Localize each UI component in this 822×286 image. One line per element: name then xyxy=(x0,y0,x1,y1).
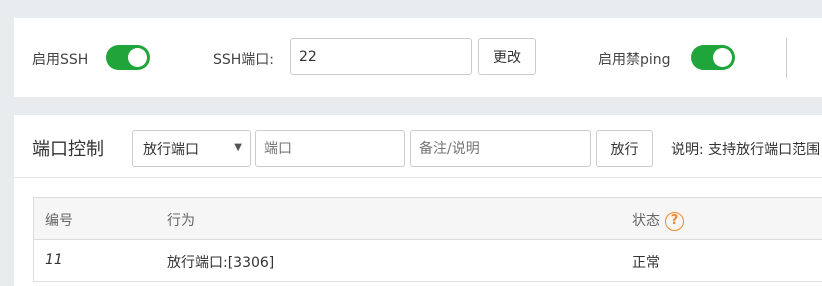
header-status: 状态? xyxy=(632,210,684,231)
toggle-knob xyxy=(713,48,732,67)
chevron-down-icon: ▼ xyxy=(234,142,242,153)
ssh-settings-panel: 启用SSH SSH端口: 更改 启用禁ping xyxy=(14,18,822,97)
mode-select-value: 放行端口 xyxy=(143,141,199,158)
divider xyxy=(786,38,787,78)
table-row: 11 放行端口:[3306] 正常 xyxy=(34,240,822,282)
table-header: 编号 行为 状态? xyxy=(34,198,822,240)
ping-disable-label: 启用禁ping xyxy=(598,52,671,68)
ssh-enable-label: 启用SSH xyxy=(32,52,89,68)
ssh-enable-toggle[interactable] xyxy=(106,45,150,70)
header-action: 行为 xyxy=(167,213,195,229)
mode-select[interactable]: 放行端口 ▼ xyxy=(132,130,251,167)
allow-port-button[interactable]: 放行 xyxy=(596,130,653,167)
note-input[interactable] xyxy=(410,130,591,167)
ping-disable-toggle[interactable] xyxy=(691,45,735,70)
port-rules-table: 编号 行为 状态? 11 放行端口:[3306] 正常 xyxy=(33,197,822,282)
header-id: 编号 xyxy=(45,213,73,229)
row-status: 正常 xyxy=(632,255,660,271)
row-action: 放行端口:[3306] xyxy=(167,255,275,271)
hint-text: 说明: 支持放行端口范围 xyxy=(671,142,821,158)
section-title: 端口控制 xyxy=(32,139,104,160)
port-input[interactable] xyxy=(255,130,405,167)
divider xyxy=(14,177,822,178)
ssh-port-label: SSH端口: xyxy=(213,52,275,68)
toggle-knob xyxy=(128,48,147,67)
help-icon[interactable]: ? xyxy=(665,211,684,231)
ssh-port-input[interactable] xyxy=(290,38,472,75)
header-status-label: 状态 xyxy=(632,213,660,229)
port-control-panel: 端口控制 放行端口 ▼ 放行 说明: 支持放行端口范围 编号 行为 状态? 11… xyxy=(14,115,822,286)
row-id: 11 xyxy=(45,252,63,268)
change-port-button[interactable]: 更改 xyxy=(478,38,536,75)
